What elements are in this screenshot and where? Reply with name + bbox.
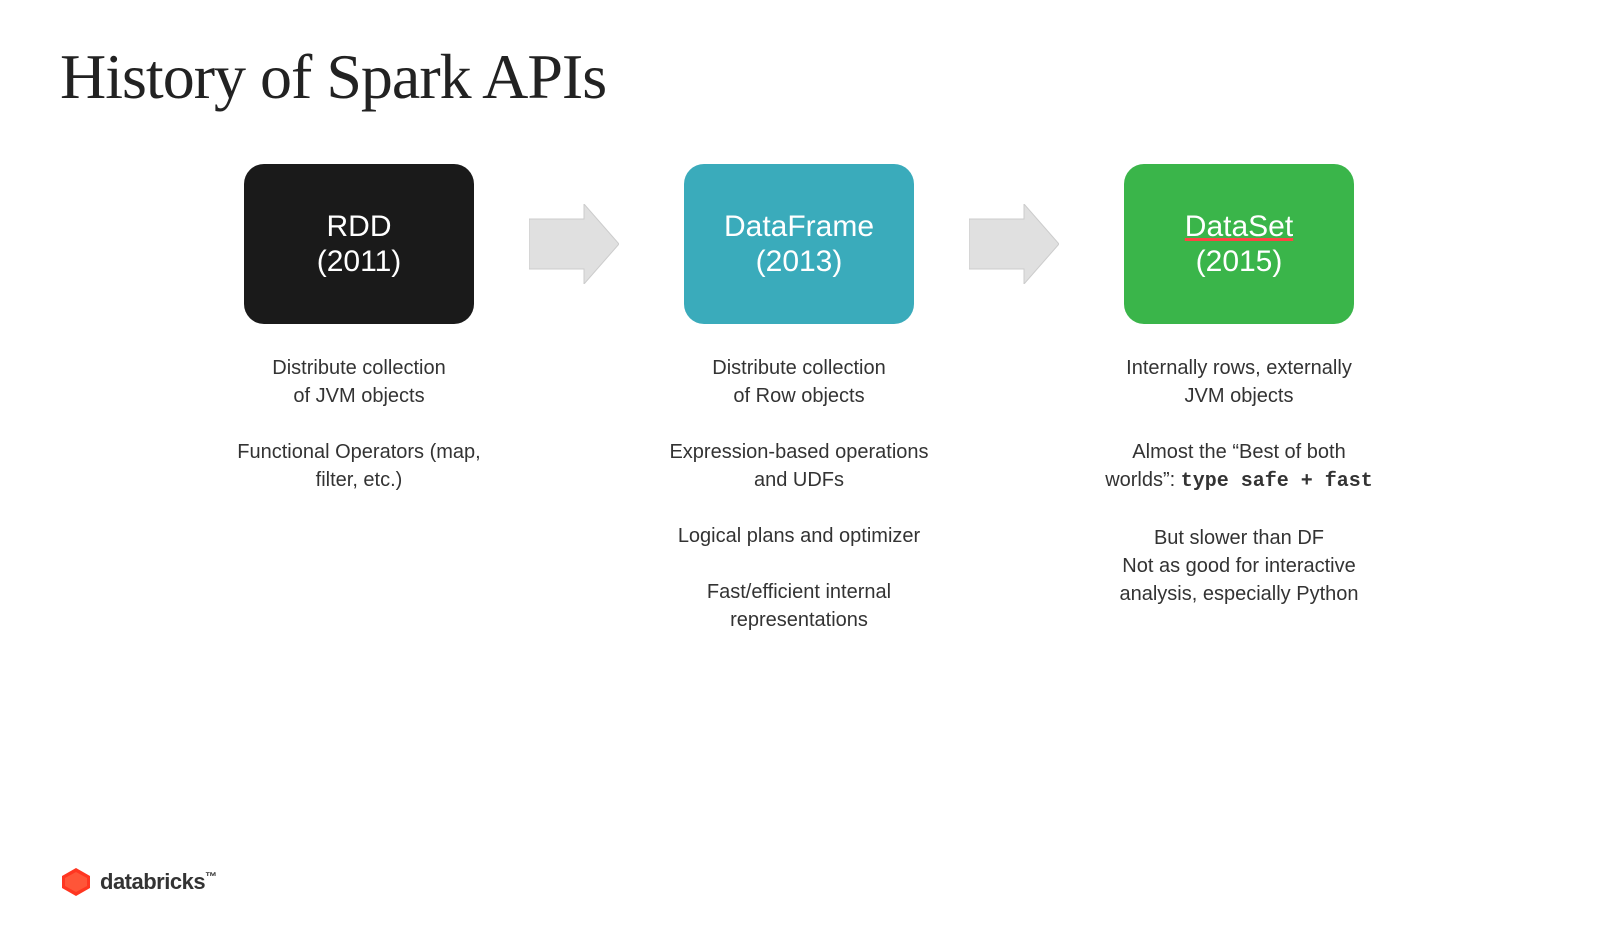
dataframe-year: (2013) — [756, 245, 843, 279]
rdd-descriptions: Distribute collectionof JVM objects Func… — [189, 354, 529, 522]
databricks-logo: databricks™ — [60, 866, 217, 898]
page: History of Spark APIs RDD (2011) Distrib… — [0, 0, 1598, 928]
databricks-icon — [60, 866, 92, 898]
df-desc-1: Distribute collectionof Row objects — [639, 354, 959, 410]
ds-desc-1: Internally rows, externallyJVM objects — [1079, 354, 1399, 410]
ds-type-safe: type safe + fast — [1181, 470, 1373, 493]
dataset-descriptions: Internally rows, externallyJVM objects A… — [1069, 354, 1409, 636]
rdd-box: RDD (2011) — [244, 164, 474, 324]
dataframe-box: DataFrame (2013) — [684, 164, 914, 324]
arrow-2-icon — [969, 204, 1059, 284]
dataset-box: DataSet (2015) — [1124, 164, 1354, 324]
rdd-desc-1: Distribute collectionof JVM objects — [199, 354, 519, 410]
dataset-year: (2015) — [1196, 245, 1283, 279]
arrow-1 — [529, 164, 629, 284]
column-dataset: DataSet (2015) Internally rows, external… — [1069, 164, 1409, 636]
ds-desc-2: Almost the “Best of bothworlds”: type sa… — [1079, 438, 1399, 496]
dataframe-title: DataFrame — [724, 209, 874, 245]
dataset-title-underlined: DataSet — [1185, 210, 1293, 243]
df-desc-4: Fast/efficient internalrepresentations — [639, 578, 959, 634]
column-dataframe: DataFrame (2013) Distribute collectionof… — [629, 164, 969, 662]
arrow-2 — [969, 164, 1069, 284]
rdd-year: (2011) — [317, 245, 402, 279]
df-desc-3: Logical plans and optimizer — [639, 522, 959, 550]
databricks-trademark: ™ — [205, 870, 217, 884]
rdd-desc-2: Functional Operators (map,filter, etc.) — [199, 438, 519, 494]
databricks-text: databricks™ — [100, 869, 217, 895]
column-rdd: RDD (2011) Distribute collectionof JVM o… — [189, 164, 529, 522]
arrow-1-icon — [529, 204, 619, 284]
ds-desc-3: But slower than DFNot as good for intera… — [1079, 524, 1399, 608]
df-desc-2: Expression-based operationsand UDFs — [639, 438, 959, 494]
dataframe-descriptions: Distribute collectionof Row objects Expr… — [629, 354, 969, 662]
diagram-area: RDD (2011) Distribute collectionof JVM o… — [60, 164, 1538, 662]
page-title: History of Spark APIs — [60, 40, 1538, 114]
dataset-title: DataSet — [1185, 209, 1293, 245]
rdd-title: RDD — [327, 209, 392, 245]
